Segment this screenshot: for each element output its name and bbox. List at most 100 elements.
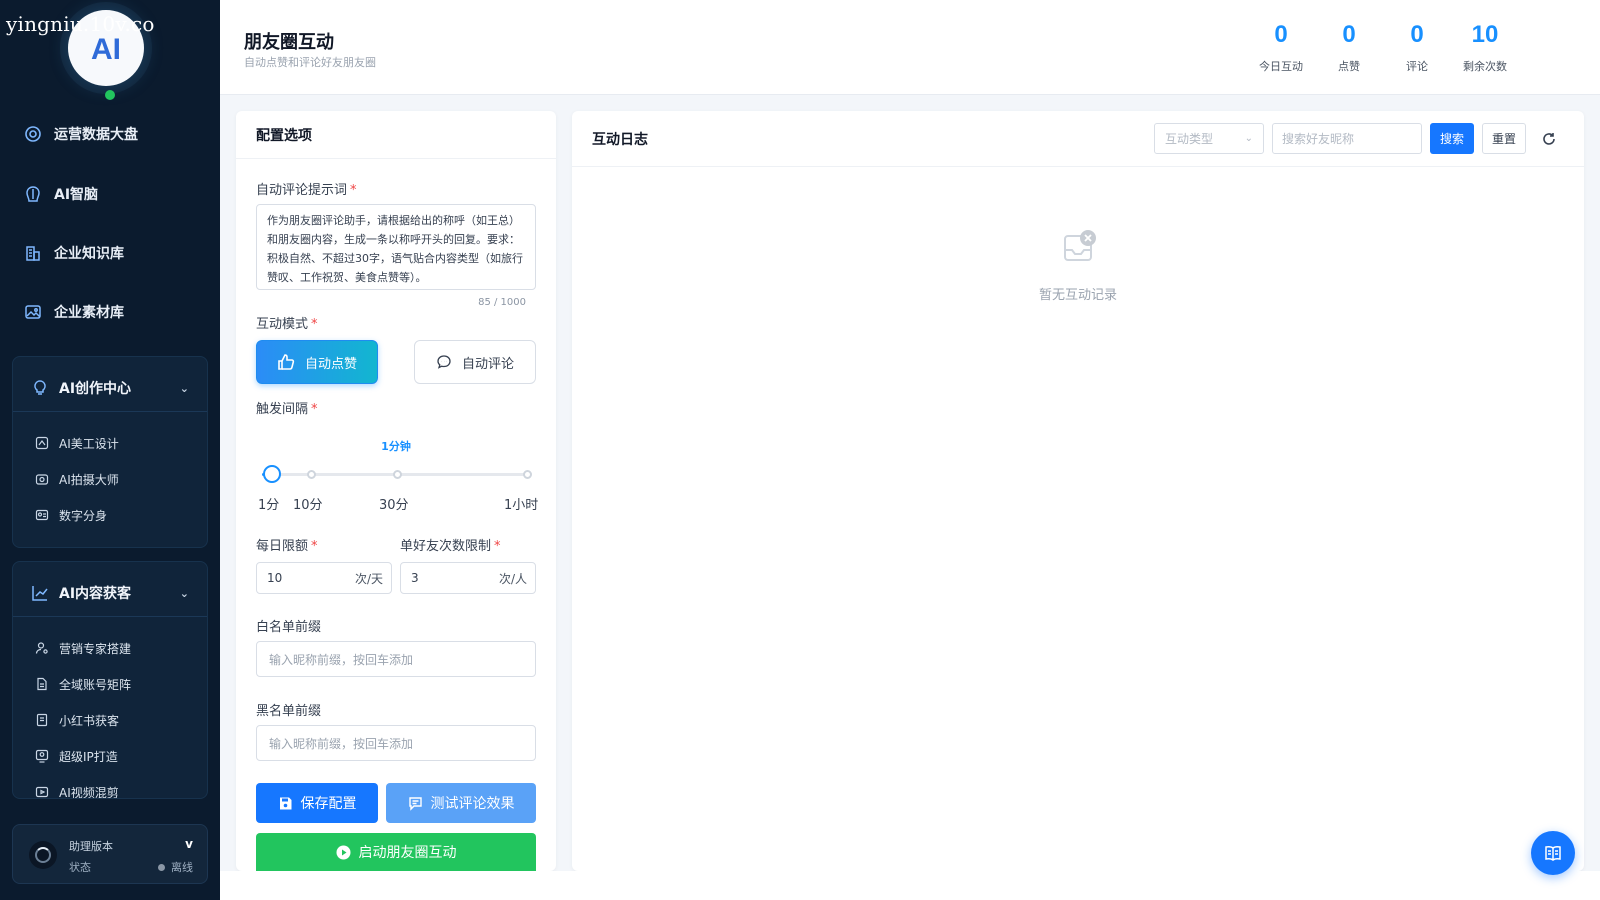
friend-limit-input[interactable]: 3 次/人: [400, 562, 536, 594]
blacklist-input[interactable]: 输入昵称前缀，按回车添加: [256, 725, 536, 761]
sub-item-label: 小红书获客: [59, 713, 120, 728]
sub-item-ai-photo[interactable]: AI拍摄大师: [35, 469, 119, 489]
id-card-icon: [35, 509, 49, 521]
sub-item-video-mix[interactable]: AI视频混剪: [35, 782, 119, 799]
slider-tick-label: 10分: [293, 498, 323, 513]
daily-limit-input[interactable]: 10 次/天: [256, 562, 392, 594]
config-panel: 配置选项 自动评论提示词 * 作为朋友圈评论助手，请根据给出的称呼（如王总）和朋友…: [236, 111, 556, 871]
select-placeholder: 互动类型: [1165, 132, 1214, 146]
blacklist-label: 黑名单前缀: [256, 704, 322, 719]
friend-limit-value: 3: [411, 571, 419, 585]
sub-item-account-matrix[interactable]: 全域账号矩阵: [35, 674, 131, 694]
config-header: 配置选项: [236, 111, 556, 159]
sub-item-xiaohongshu[interactable]: 小红书获客: [35, 710, 119, 730]
sub-item-super-ip[interactable]: 超级IP打造: [35, 746, 118, 766]
slider-stop-dot: [307, 470, 316, 479]
nav-item-dashboard[interactable]: 运营数据大盘: [24, 121, 138, 147]
book-icon: [36, 713, 48, 727]
daily-limit-unit: 次/天: [354, 571, 383, 586]
user-gear-icon: [35, 642, 48, 654]
auto-comment-button[interactable]: 自动评论: [414, 340, 536, 384]
interaction-type-select[interactable]: 互动类型 ⌄: [1154, 123, 1264, 154]
whitelist-input[interactable]: 输入昵称前缀，按回车添加: [256, 641, 536, 677]
sub-item-label: 全域账号矩阵: [59, 677, 132, 692]
thumbs-up-icon: [278, 354, 295, 370]
search-button[interactable]: 搜索: [1430, 123, 1474, 154]
nav-item-knowledge-base[interactable]: 企业知识库: [24, 240, 124, 266]
sub-item-label: AI视频混剪: [59, 785, 119, 799]
nav-label: 企业知识库: [54, 246, 124, 262]
stat-today-interactions: 0 今日互动: [1246, 20, 1316, 74]
watermark-text: yingniu.10v.co: [6, 12, 155, 36]
slider-tick-label: 1小时: [504, 498, 539, 513]
assistant-status-card[interactable]: 助理版本 状态 v 离线: [12, 824, 208, 884]
config-title: 配置选项: [256, 128, 312, 144]
interval-label: 触发间隔 *: [256, 402, 318, 417]
refresh-button[interactable]: [1534, 123, 1564, 154]
sub-item-label: AI美工设计: [59, 436, 119, 451]
prompt-textarea[interactable]: 作为朋友圈评论助手，请根据给出的称呼（如王总）和朋友圈内容，生成一条以称呼开头的…: [256, 204, 536, 290]
nav-item-material-library[interactable]: 企业素材库: [24, 299, 124, 325]
slider-stop-dot: [393, 470, 402, 479]
play-circle-icon: [336, 845, 350, 859]
divider: [13, 411, 207, 412]
interval-slider-track[interactable]: [262, 470, 532, 479]
test-comment-label: 测试评论效果: [430, 796, 515, 812]
friend-limit-label: 单好友次数限制 *: [400, 539, 501, 554]
sub-item-marketing-expert[interactable]: 营销专家搭建: [35, 638, 131, 658]
page-subtitle: 自动点赞和评论好友朋友圈: [244, 56, 376, 69]
offline-dot-icon: [158, 863, 165, 871]
stat-label: 评论: [1406, 60, 1428, 73]
version-label: 助理版本: [69, 840, 113, 853]
interval-slider-handle[interactable]: [263, 465, 281, 483]
stat-value: 0: [1342, 21, 1356, 48]
chevron-down-icon: ⌄: [179, 586, 189, 600]
nav-group-creation-header[interactable]: AI创作中心 ⌄: [31, 377, 189, 399]
nav-label: AI智脑: [54, 187, 99, 203]
save-config-label: 保存配置: [300, 796, 357, 812]
sub-item-ai-design[interactable]: AI美工设计: [35, 433, 119, 453]
palette-icon: [35, 436, 49, 450]
stat-remaining: 10 剩余次数: [1450, 20, 1520, 74]
sub-item-digital-avatar[interactable]: 数字分身: [35, 505, 107, 525]
start-interaction-button[interactable]: 启动朋友圈互动: [256, 833, 536, 871]
message-square-icon: [408, 796, 422, 811]
online-indicator: [105, 90, 115, 100]
nav-item-ai-brain[interactable]: AI智脑: [24, 181, 98, 207]
log-panel: 互动日志 互动类型 ⌄ 搜索好友昵称 搜索 重置 暂无互动记录: [572, 111, 1584, 871]
stat-value: 0: [1274, 21, 1288, 48]
refresh-icon: [1543, 132, 1555, 145]
start-interaction-label: 启动朋友圈互动: [358, 845, 457, 861]
lightbulb-icon: [34, 380, 46, 395]
help-book-button[interactable]: [1531, 831, 1575, 875]
sub-item-label: AI拍摄大师: [59, 472, 119, 487]
save-config-button[interactable]: 保存配置: [256, 783, 378, 823]
auto-like-button[interactable]: 自动点赞: [256, 340, 378, 384]
group-title: AI创作中心: [59, 381, 132, 397]
slider-tick-label: 1分: [258, 498, 280, 513]
loading-spinner-icon: [29, 841, 57, 869]
nav-label: 运营数据大盘: [54, 127, 138, 143]
nav-group-acquisition: AI内容获客 ⌄ 营销专家搭建 全域账号矩阵 小红书获客 超级IP打造 AI视频…: [12, 561, 208, 799]
group-title: AI内容获客: [59, 586, 132, 602]
test-comment-button[interactable]: 测试评论效果: [386, 783, 536, 823]
video-icon: [35, 786, 49, 798]
stat-label: 今日互动: [1259, 60, 1303, 73]
empty-state-text: 暂无互动记录: [1038, 288, 1117, 303]
reset-button[interactable]: 重置: [1482, 123, 1526, 154]
dashboard-icon: [25, 126, 41, 142]
version-value: v: [185, 837, 193, 851]
status-text: 离线: [171, 861, 193, 874]
stat-likes: 0 点赞: [1314, 20, 1384, 74]
slider-tick-label: 30分: [379, 498, 409, 513]
stat-label: 点赞: [1338, 60, 1360, 73]
friend-search-input[interactable]: 搜索好友昵称: [1272, 123, 1422, 154]
nav-group-creation: AI创作中心 ⌄ AI美工设计 AI拍摄大师 数字分身: [12, 356, 208, 548]
nav-label: 企业素材库: [54, 305, 124, 321]
stat-label: 剩余次数: [1463, 60, 1507, 73]
nav-group-acquisition-header[interactable]: AI内容获客 ⌄: [31, 582, 189, 604]
sidebar: yingniu.10v.co AI 运营数据大盘 AI智脑 企业知识库 企业素材…: [0, 0, 220, 900]
page-header: 朋友圈互动 自动点赞和评论好友朋友圈 0 今日互动 0 点赞 0 评论 10 剩…: [220, 0, 1600, 95]
comment-icon: [437, 355, 451, 369]
footer-strip: [220, 871, 1600, 900]
